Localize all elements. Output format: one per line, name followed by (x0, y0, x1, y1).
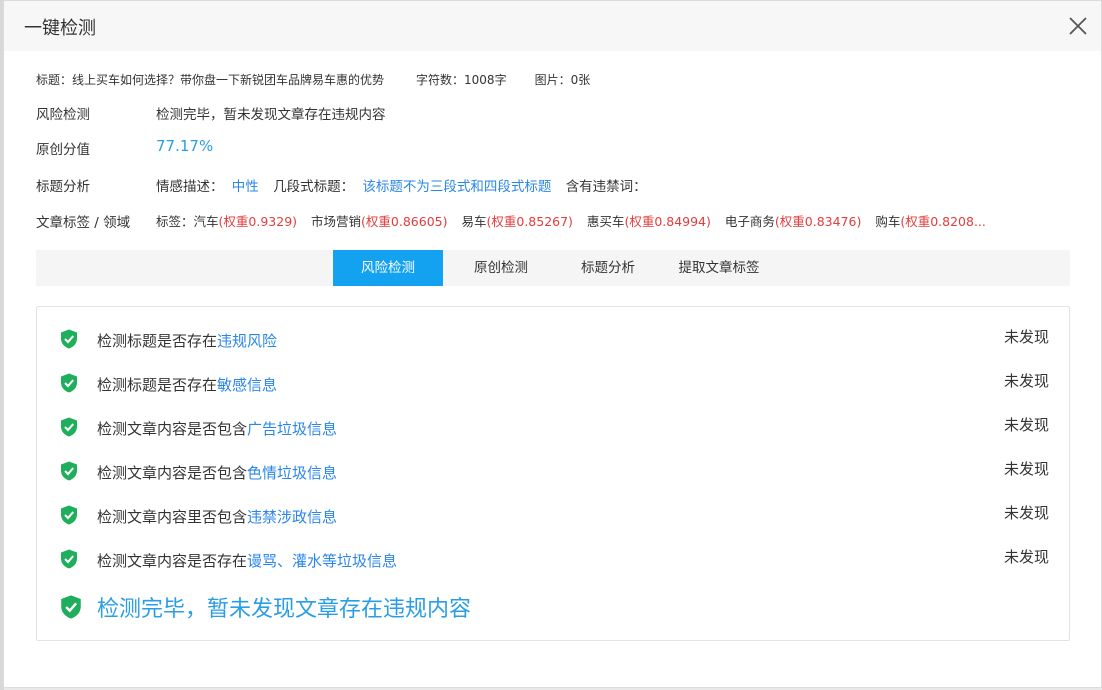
title-analysis-label: 标题分析 (36, 179, 90, 195)
check-row: 检测文章内容是否存在谩骂、灌水等垃圾信息 未发现 (37, 543, 1069, 573)
tags-label: 文章标签 / 领域 (36, 215, 131, 231)
shield-check-icon (61, 417, 77, 437)
close-icon[interactable] (1067, 15, 1089, 37)
originality-label: 原创分值 (36, 142, 90, 158)
check-row: 检测标题是否存在违规风险 未发现 (37, 323, 1069, 353)
check-results-panel: 检测标题是否存在违规风险 未发现 检测标题是否存在敏感信息 未发现 检测文章内容… (36, 306, 1070, 641)
risk-value: 检测完毕，暂未发现文章存在违规内容 (156, 107, 386, 123)
check-result: 未发现 (1003, 460, 1049, 478)
check-result: 未发现 (1003, 328, 1049, 346)
sentiment-value: 中性 (231, 179, 259, 195)
title-label: 标题： (36, 73, 73, 87)
shield-check-icon (61, 329, 77, 349)
tab-bar: 风险检测 原创检测 标题分析 提取文章标签 (36, 250, 1070, 286)
banned-words-label: 含有违禁词： (565, 179, 647, 195)
char-count: 字符数：1008字 (416, 73, 507, 87)
detection-dialog: 一键检测 标题：线上买车如何选择？带你盘一下新锐团车品牌易车惠的优势 字符数：10… (3, 0, 1102, 688)
check-result: 未发现 (1003, 548, 1049, 566)
shield-check-icon (61, 461, 77, 481)
article-title: 线上买车如何选择？带你盘一下新锐团车品牌易车惠的优势 (72, 73, 385, 87)
tab-title-analysis[interactable]: 标题分析 (568, 250, 648, 286)
segment-value: 该标题不为三段式和四段式标题 (362, 179, 552, 195)
check-text: 检测文章内容里否包含违禁涉政信息 (97, 508, 338, 526)
dialog-title: 一键检测 (24, 18, 96, 39)
tab-risk-check[interactable]: 风险检测 (333, 250, 443, 286)
tab-extract-tags[interactable]: 提取文章标签 (673, 250, 765, 286)
tags-row: 文章标签 / 领域 标签：汽车(权重0.9329) 市场营销(权重0.86605… (36, 211, 1046, 231)
check-row: 检测文章内容是否包含广告垃圾信息 未发现 (37, 411, 1069, 441)
tag-item: 惠买车(权重0.84994) (586, 214, 711, 229)
tag-item: 购车(权重0.8208... (875, 214, 986, 229)
tag-item: 市场营销(权重0.86605) (311, 214, 448, 229)
originality-score: 77.17% (156, 137, 214, 155)
shield-check-icon (61, 549, 77, 569)
check-result: 未发现 (1003, 416, 1049, 434)
dialog-header: 一键检测 (4, 1, 1101, 51)
check-row: 检测标题是否存在敏感信息 未发现 (37, 367, 1069, 397)
risk-label: 风险检测 (36, 107, 90, 123)
check-result: 未发现 (1003, 372, 1049, 390)
article-meta-row: 标题：线上买车如何选择？带你盘一下新锐团车品牌易车惠的优势 字符数：1008字 图片… (36, 71, 590, 88)
segment-label: 几段式标题： (273, 179, 355, 195)
tab-original-check[interactable]: 原创检测 (461, 250, 541, 286)
image-count: 图片：0张 (534, 73, 591, 87)
title-analysis-values: 情感描述： 中性 几段式标题： 该标题不为三段式和四段式标题 含有违禁词： (156, 175, 647, 195)
check-text: 检测标题是否存在敏感信息 (97, 376, 278, 394)
summary-row: 检测完毕，暂未发现文章存在违规内容 (37, 589, 1069, 625)
check-text: 检测文章内容是否存在谩骂、灌水等垃圾信息 (97, 552, 398, 570)
tag-item: 汽车(权重0.9329) (193, 214, 298, 229)
summary-text: 检测完毕，暂未发现文章存在违规内容 (97, 597, 472, 622)
check-result: 未发现 (1003, 504, 1049, 522)
check-text: 检测文章内容是否包含色情垃圾信息 (97, 464, 338, 482)
check-text: 检测文章内容是否包含广告垃圾信息 (97, 420, 338, 438)
shield-check-icon (61, 595, 81, 619)
tags-values: 标签：汽车(权重0.9329) 市场营销(权重0.86605) 易车(权重0.8… (156, 211, 986, 230)
check-row: 检测文章内容是否包含色情垃圾信息 未发现 (37, 455, 1069, 485)
shield-check-icon (61, 373, 77, 393)
tags-prefix: 标签： (156, 214, 194, 229)
tag-item: 易车(权重0.85267) (461, 214, 573, 229)
check-text: 检测标题是否存在违规风险 (97, 332, 278, 350)
shield-check-icon (61, 505, 77, 525)
sentiment-label: 情感描述： (156, 179, 224, 195)
tag-item: 电子商务(权重0.83476) (724, 214, 862, 229)
check-row: 检测文章内容里否包含违禁涉政信息 未发现 (37, 499, 1069, 529)
title-analysis-row: 标题分析 情感描述： 中性 几段式标题： 该标题不为三段式和四段式标题 含有违禁… (36, 175, 1036, 195)
